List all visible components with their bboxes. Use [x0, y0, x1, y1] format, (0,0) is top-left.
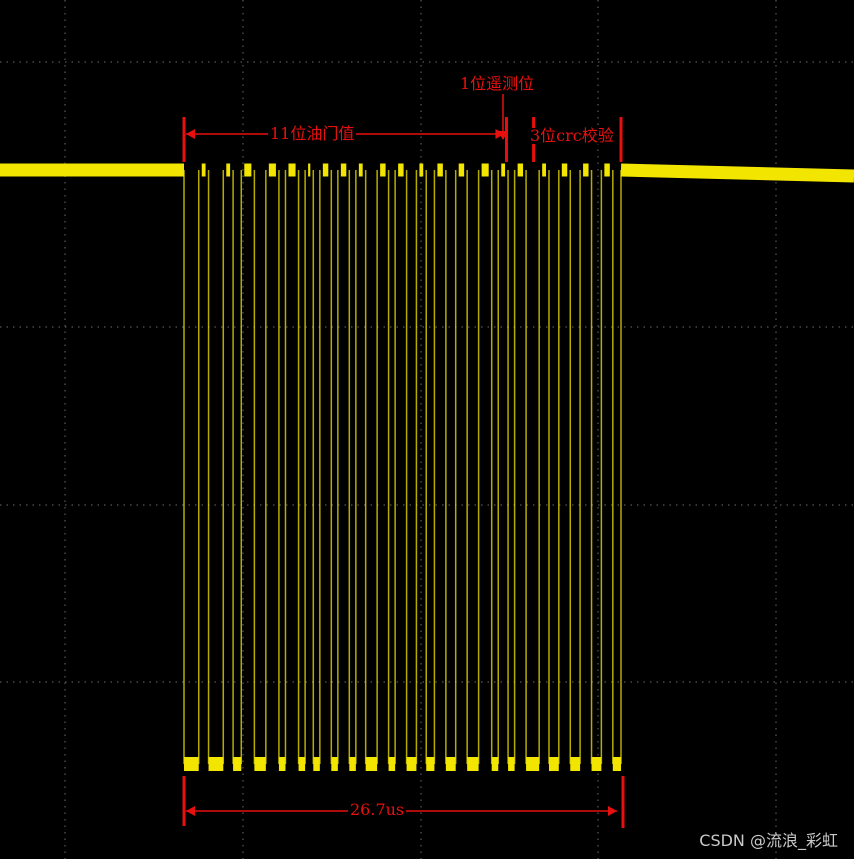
- csdn-watermark: CSDN @流浪_彩虹: [699, 831, 838, 850]
- duration-arrow-left: [186, 806, 195, 816]
- crc-bits-label: 3位crc校验: [528, 126, 616, 145]
- scope-grid: [0, 0, 854, 859]
- telemetry-bit-label: 1位遥测位: [458, 74, 537, 93]
- annotation-markers: [182, 94, 625, 828]
- signal-trace: [0, 163, 854, 771]
- duration-arrow-right: [608, 806, 617, 816]
- oscilloscope-screenshot: 11位油门值 1位遥测位 3位crc校验 26.7us CSDN @流浪_彩虹: [0, 0, 854, 859]
- throttle-bits-label: 11位油门值: [268, 124, 357, 143]
- idle-high-right: [620, 163, 854, 183]
- frame-duration-label: 26.7us: [348, 800, 407, 819]
- oscilloscope-display: [0, 0, 854, 859]
- throttle-arrow-left: [186, 129, 195, 139]
